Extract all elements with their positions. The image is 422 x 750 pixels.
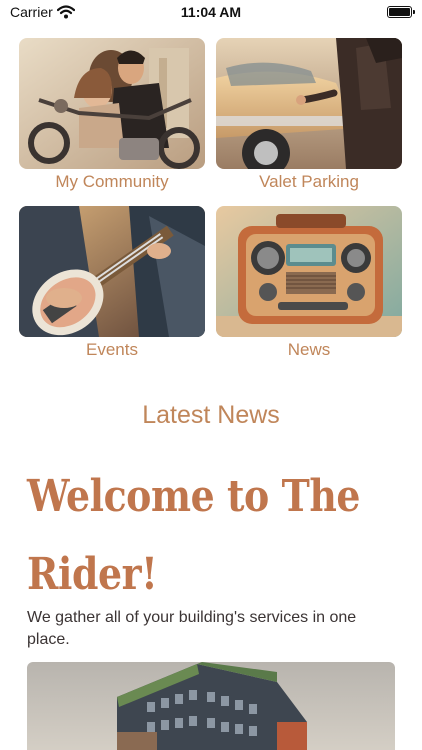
tile-label-news: News [287,340,331,359]
tile-label-events: Events [86,340,138,359]
tile-label-valet-parking: Valet Parking [259,172,359,191]
article-building-image [27,662,395,750]
tile-my-community[interactable]: My Community [19,38,205,194]
my-community-image [19,38,205,169]
tile-valet-parking[interactable]: Valet Parking [216,38,402,194]
battery-icon [387,6,415,18]
events-image [19,206,205,337]
news-image [216,206,402,337]
valet-parking-image [216,38,402,169]
article-intro: We gather all of your building's service… [27,609,357,648]
status-bar: Carrier 11:04 AM [0,0,422,26]
article-headline: Welcome to The Rider! [27,471,361,600]
tile-news[interactable]: News [216,206,402,362]
tile-events[interactable]: Events [19,206,205,362]
section-title-latest-news: Latest News [142,401,280,429]
tile-label-my-community: My Community [55,172,169,191]
status-time: 11:04 AM [180,4,242,20]
